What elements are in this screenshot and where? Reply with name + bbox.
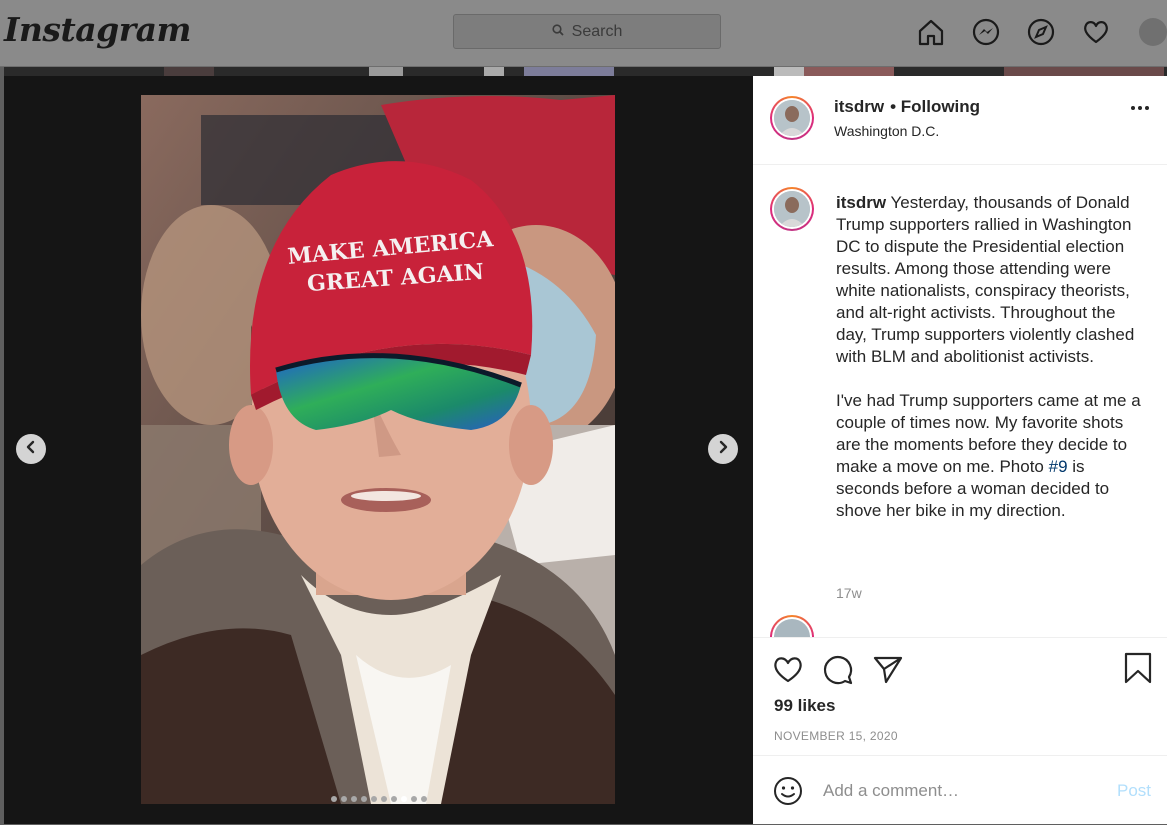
- comments-section: itsdrw Yesterday, thousands of Donald Tr…: [753, 165, 1167, 637]
- caption-paragraph-2-before: I've had Trump supporters came at me a c…: [836, 391, 1141, 476]
- post-comment-button[interactable]: Post: [1117, 778, 1167, 804]
- post-photo[interactable]: MAKE AMERICA GREAT AGAIN: [141, 95, 615, 804]
- author-username[interactable]: itsdrw: [834, 97, 884, 117]
- nav-icons: [914, 15, 1167, 49]
- carousel-dot: [370, 796, 377, 802]
- caption-paragraph-1: Yesterday, thousands of Donald Trump sup…: [836, 193, 1135, 366]
- carousel-dot: [380, 796, 387, 802]
- hashtag-link[interactable]: #9: [1049, 457, 1068, 476]
- add-comment-bar: Post: [753, 755, 1167, 825]
- comment-icon[interactable]: [822, 654, 854, 691]
- likes-count[interactable]: 99 likes: [774, 696, 835, 716]
- chevron-right-icon: [717, 440, 729, 459]
- like-icon[interactable]: [772, 654, 804, 689]
- comment-input[interactable]: [823, 778, 1093, 804]
- caption-author-avatar[interactable]: [770, 187, 814, 231]
- post-media-area: MAKE AMERICA GREAT AGAIN: [4, 76, 753, 824]
- carousel-dot: [340, 796, 347, 802]
- carousel-prev-button[interactable]: [16, 434, 46, 464]
- photo-illustration: MAKE AMERICA GREAT AGAIN: [141, 95, 615, 804]
- carousel-dot: [400, 796, 407, 802]
- heart-icon[interactable]: [1079, 15, 1112, 49]
- next-comment-avatar[interactable]: [770, 615, 814, 637]
- top-navigation-bar: Instagram Search: [0, 0, 1167, 67]
- chevron-left-icon: [25, 440, 37, 459]
- caption-timestamp[interactable]: 17w: [836, 585, 862, 601]
- carousel-dot: [360, 796, 367, 802]
- post-header: itsdrw • Following Washington D.C.: [753, 76, 1167, 165]
- author-avatar[interactable]: [770, 96, 814, 140]
- feed-background-strip: [4, 67, 1167, 76]
- search-box[interactable]: Search: [453, 14, 721, 49]
- share-icon[interactable]: [872, 654, 904, 689]
- search-icon: [552, 23, 564, 41]
- home-icon[interactable]: [914, 15, 947, 49]
- caption-username[interactable]: itsdrw: [836, 193, 886, 212]
- carousel-dot: [330, 796, 337, 802]
- post-actions: 99 likes NOVEMBER 15, 2020: [753, 637, 1167, 755]
- post-caption: itsdrw Yesterday, thousands of Donald Tr…: [836, 192, 1142, 544]
- search-placeholder: Search: [571, 22, 623, 40]
- post-date: NOVEMBER 15, 2020: [774, 729, 898, 743]
- instagram-logo[interactable]: Instagram: [4, 10, 191, 49]
- carousel-dot: [350, 796, 357, 802]
- following-status[interactable]: • Following: [890, 97, 980, 117]
- post-side-panel: itsdrw • Following Washington D.C. itsdr…: [753, 76, 1167, 824]
- profile-avatar[interactable]: [1134, 15, 1167, 49]
- emoji-icon[interactable]: [773, 776, 803, 811]
- carousel-indicator: [4, 796, 753, 802]
- messenger-icon[interactable]: [969, 15, 1002, 49]
- carousel-dot: [410, 796, 417, 802]
- more-icon[interactable]: [1131, 106, 1149, 110]
- carousel-dot: [420, 796, 427, 802]
- save-icon[interactable]: [1123, 652, 1153, 689]
- carousel-dot: [390, 796, 397, 802]
- carousel-next-button[interactable]: [708, 434, 738, 464]
- explore-icon[interactable]: [1024, 15, 1057, 49]
- post-location[interactable]: Washington D.C.: [834, 123, 939, 139]
